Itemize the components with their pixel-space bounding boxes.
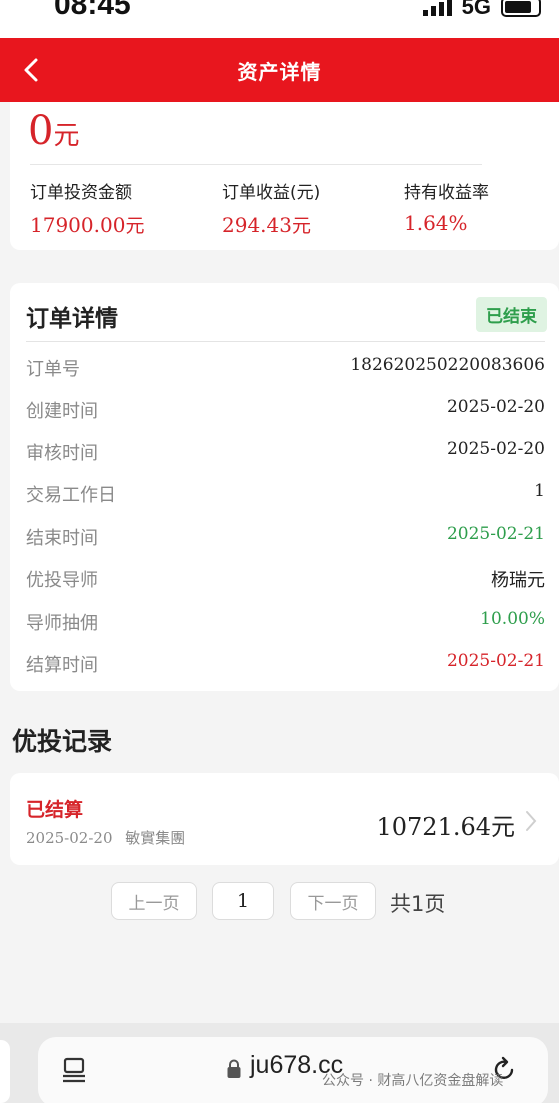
- row-label: 订单号: [26, 359, 80, 380]
- nav-bar: 资产详情: [0, 38, 559, 102]
- stat-value: 17900.00元: [30, 211, 144, 238]
- row-value: 2025-02-21: [446, 524, 545, 544]
- row-value: 18262025022008360​6: [350, 355, 545, 375]
- status-bar: 08:45 5G: [0, 0, 559, 38]
- record-amount-value: 10721.64: [376, 813, 491, 841]
- row-label: 结束时间: [26, 528, 98, 549]
- tabs-icon[interactable]: [60, 1055, 88, 1085]
- balance-value: 0: [28, 108, 54, 154]
- detail-row-created: 创建时间 2025-02-20: [26, 397, 545, 422]
- section-heading: 订单详情: [26, 306, 118, 332]
- status-indicators: 5G: [422, 0, 541, 20]
- stat-label: 订单投资金额: [30, 183, 132, 203]
- stat-number: 1.64%: [404, 211, 468, 235]
- signal-icon: [422, 0, 452, 16]
- stat-earnings: 订单收益(元) 294.43元: [222, 178, 320, 238]
- next-page-button[interactable]: 下一页: [290, 882, 376, 920]
- row-value: 1: [534, 481, 545, 501]
- row-label: 优投导师: [26, 570, 98, 591]
- stat-value: 294.43元: [222, 211, 320, 238]
- record-amount-unit: 元: [491, 813, 515, 841]
- record-meta: 2025-02-20 敏實集團: [26, 827, 185, 848]
- stat-investment: 订单投资金额 17900.00元: [30, 178, 144, 238]
- row-value: 杨瑞元: [491, 570, 545, 591]
- detail-row-commission: 导师抽佣 10.00%: [26, 609, 545, 634]
- prev-page-button[interactable]: 上一页: [111, 882, 197, 920]
- record-company: 敏實集團: [125, 829, 186, 847]
- row-label: 创建时间: [26, 401, 98, 422]
- divider: [26, 341, 545, 342]
- detail-row-reviewed: 审核时间 2025-02-20: [26, 439, 545, 464]
- stat-number: 17900.00: [30, 213, 126, 237]
- battery-icon: [501, 0, 541, 17]
- detail-row-trading-days: 交易工作日 1: [26, 481, 545, 506]
- page-number[interactable]: 1: [212, 882, 274, 920]
- row-label: 审核时间: [26, 443, 98, 464]
- stat-unit: 元: [125, 215, 145, 237]
- row-value: 10.00%: [480, 609, 545, 629]
- detail-row-settlement: 结算时间 2025-02-21: [26, 651, 545, 676]
- record-item[interactable]: 已结算 2025-02-20 敏實集團 10721.64元: [10, 773, 559, 865]
- chevron-right-icon: [526, 811, 537, 831]
- stat-unit: 元: [291, 215, 311, 237]
- section-heading: 优投记录: [12, 727, 113, 756]
- page-title: 资产详情: [237, 60, 322, 84]
- record-status: 已结算: [26, 799, 84, 821]
- record-amount: 10721.64元: [376, 807, 515, 842]
- balance-unit: 元: [53, 121, 80, 151]
- stat-number: 294.43: [222, 213, 292, 237]
- detail-row-mentor: 优投导师 杨瑞元: [26, 566, 545, 591]
- row-label: 交易工作日: [26, 485, 116, 506]
- row-value: 2025-02-20: [446, 397, 545, 417]
- status-badge: 已结束: [476, 297, 547, 332]
- lock-icon: [227, 1059, 241, 1078]
- record-date: 2025-02-20: [26, 829, 113, 847]
- row-label: 导师抽佣: [26, 613, 98, 634]
- stat-label: 持有收益率: [404, 183, 489, 203]
- page-total: 共1页: [390, 892, 446, 916]
- asset-summary-card: 0元 订单投资金额 17900.00元 订单收益(元) 294.43元 持有收益…: [10, 102, 559, 250]
- detail-row-end-time: 结束时间 2025-02-21: [26, 524, 545, 549]
- stat-value: 1.64%: [404, 211, 489, 235]
- row-label: 结算时间: [26, 655, 98, 676]
- row-value: 2025-02-20: [446, 439, 545, 459]
- divider: [30, 164, 482, 165]
- browser-toolbar: ju678.cc: [0, 1023, 559, 1103]
- row-value: 2025-02-21: [446, 651, 545, 671]
- detail-row-order-number: 订单号 18262025022008360​6: [26, 355, 545, 380]
- stat-label: 订单收益(元): [222, 183, 321, 203]
- status-time: 08:45: [54, 0, 131, 21]
- order-detail-card: 订单详情 已结束 订单号 18262025022008360​6 创建时间 20…: [10, 283, 559, 691]
- watermark: 公众号 · 财高八亿资金盘解读: [322, 1073, 504, 1089]
- divider: [0, 1040, 10, 1103]
- network-label: 5G: [461, 0, 491, 19]
- balance-amount: 0元: [28, 108, 79, 154]
- stat-yield: 持有收益率 1.64%: [404, 178, 489, 235]
